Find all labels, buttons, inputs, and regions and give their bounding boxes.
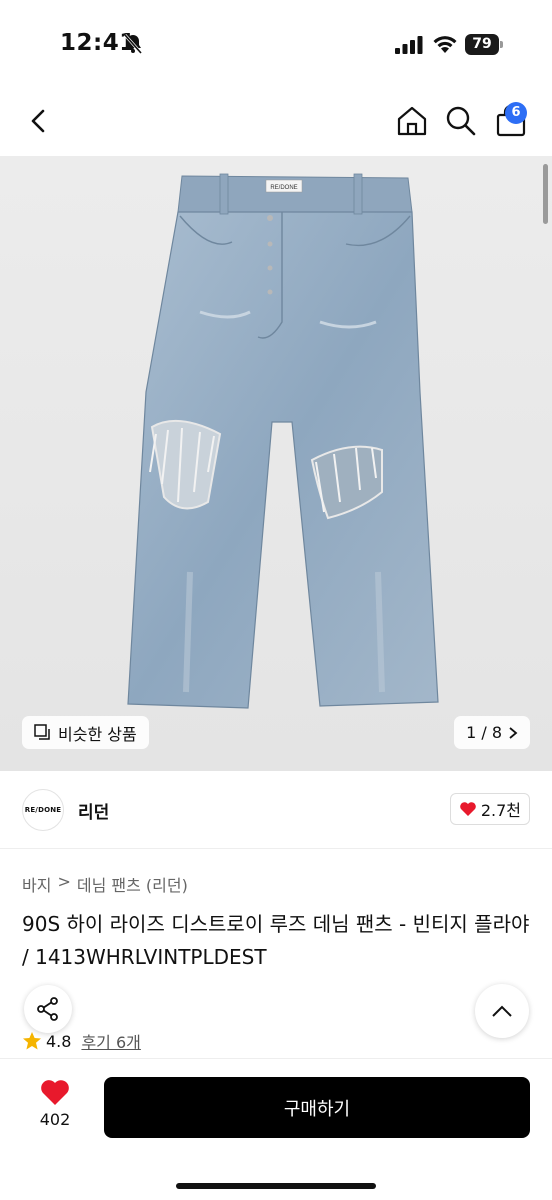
wishlist-count: 402 <box>39 1110 71 1129</box>
share-icon <box>37 997 58 1021</box>
brand-like-count: 2.7천 <box>480 801 521 820</box>
product-title: 90S 하이 라이즈 디스트로이 루즈 데님 팬츠 - 빈티지 플라야 / 14… <box>22 912 530 969</box>
bell-off-icon <box>123 34 143 54</box>
battery-cap <box>500 41 503 48</box>
star-icon <box>23 1032 41 1050</box>
share-button[interactable] <box>24 985 72 1033</box>
breadcrumb-separator: > <box>57 872 71 891</box>
rating-row: 4.8 후기 6개 <box>22 1029 141 1053</box>
wishlist-button[interactable]: 402 <box>28 1079 82 1129</box>
brand-name[interactable]: 리던 <box>78 798 109 823</box>
product-photo-jeans: RE/DONE <box>127 173 439 709</box>
buy-button[interactable]: 구매하기 <box>104 1077 530 1138</box>
search-icon[interactable] <box>444 104 478 138</box>
breadcrumb-category[interactable]: 바지 <box>22 872 51 896</box>
breadcrumb: 바지 > 데님 팬츠 (리던) <box>22 872 188 896</box>
chevron-right-icon <box>509 726 518 739</box>
status-bar: 12:41 79 <box>0 0 552 88</box>
similar-products-label: 비슷한 상품 <box>58 724 137 744</box>
scroll-to-top-button[interactable] <box>475 984 529 1038</box>
image-page-indicator[interactable]: 1 / 8 <box>454 716 530 749</box>
jeans-brand-patch: RE/DONE <box>270 185 297 191</box>
cart-count-badge: 6 <box>505 102 527 124</box>
top-nav-bar <box>0 88 552 156</box>
brand-like-button[interactable]: 2.7천 <box>449 793 530 825</box>
battery-level: 79 <box>465 34 499 55</box>
brand-logo-text: RE/DONE <box>24 806 62 814</box>
similar-products-button[interactable]: 비슷한 상품 <box>22 716 149 749</box>
breadcrumb-subcategory[interactable]: 데님 팬츠 (리던) <box>77 872 188 896</box>
scroll-indicator <box>543 164 548 224</box>
battery-indicator: 79 <box>465 34 503 55</box>
cellular-signal-icon <box>395 36 423 54</box>
bottom-action-bar: 402 구매하기 <box>0 1058 552 1200</box>
wifi-icon <box>433 36 457 53</box>
rating-value: 4.8 <box>46 1031 72 1051</box>
heart-filled-icon <box>41 1080 69 1105</box>
chevron-up-icon <box>492 1005 512 1017</box>
back-arrow-icon[interactable] <box>22 104 56 138</box>
heart-icon <box>460 802 476 816</box>
brand-logo[interactable]: RE/DONE <box>22 789 64 831</box>
similar-items-icon <box>34 724 50 740</box>
product-image-gallery[interactable]: RE/DONE 비슷한 상품 1 / 8 <box>0 156 552 771</box>
brand-row: RE/DONE 리던 2.7천 <box>0 771 552 849</box>
page-indicator-text: 1 / 8 <box>466 723 502 742</box>
home-icon[interactable] <box>395 104 429 138</box>
home-indicator <box>176 1183 376 1189</box>
review-count-link[interactable]: 후기 6개 <box>81 1029 140 1053</box>
